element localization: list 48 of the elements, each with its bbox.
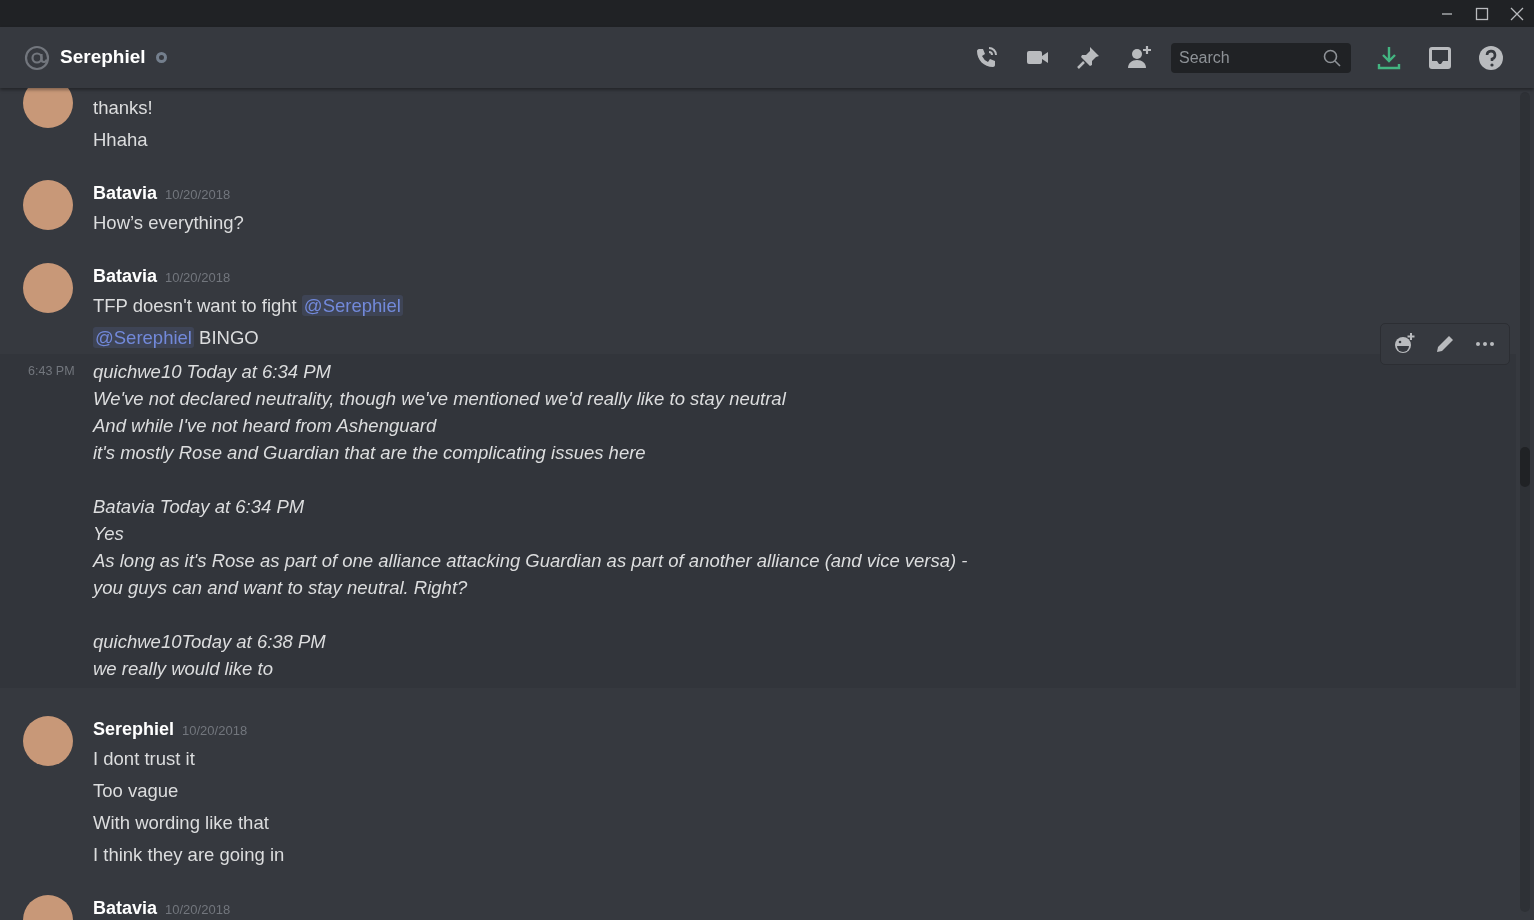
message-text: With wording like that: [93, 811, 270, 835]
help-icon: [1477, 44, 1504, 71]
download-icon: [1375, 44, 1402, 71]
message-text: you guys can and want to stay neutral. Right?: [93, 575, 469, 600]
timestamp: 10/20/2018: [165, 269, 231, 287]
inbox-icon: [1426, 44, 1453, 71]
more-icon: [1476, 342, 1494, 346]
username[interactable]: Batavia: [93, 180, 158, 207]
close-icon: [1509, 6, 1524, 21]
message-text: We've not declared neutrality, though we've mentioned we'd really like to stay neutral: [93, 386, 788, 411]
message-text: it's mostly Rose and Guardian that are the complicating issues here: [93, 440, 647, 465]
avatar-placeholder[interactable]: [23, 180, 73, 230]
message-text: Hhaha: [93, 128, 149, 152]
username[interactable]: Batavia: [93, 263, 158, 290]
message-text: Batavia Today at 6:34 PM: [93, 494, 306, 519]
message-text: And while I've not heard from Ashenguard: [93, 413, 438, 438]
at-sign-icon: [24, 44, 50, 71]
timestamp: 10/20/2018: [165, 901, 231, 919]
message-text: TFP doesn't want to fight @Serephiel: [93, 294, 403, 318]
message-time: 6:43 PM: [28, 364, 75, 378]
message-text: How’s everything?: [93, 211, 244, 235]
maximize-icon: [1474, 6, 1489, 21]
minimize-icon: [1440, 12, 1453, 15]
message-text: we really would like to: [93, 656, 274, 681]
message-text: I think they are going in: [93, 843, 285, 867]
message-text: Too vague: [93, 779, 180, 803]
add-reaction-icon: [1393, 332, 1417, 356]
pin-icon: [1075, 44, 1102, 71]
avatar-placeholder[interactable]: [23, 88, 73, 128]
channel-title: Serephiel: [60, 45, 146, 70]
timestamp: 10/20/2018: [182, 722, 248, 740]
avatar-placeholder[interactable]: [23, 263, 73, 313]
timestamp: 10/20/2018: [165, 186, 231, 204]
username[interactable]: Batavia: [93, 895, 158, 920]
scrollbar-thumb[interactable]: [1520, 447, 1530, 487]
search-field[interactable]: Search: [1171, 42, 1351, 73]
message-text: I dont trust it: [93, 747, 196, 771]
message-text: As long as it's Rose as part of one alliance attacking Guardian as part of another alliance (and vice versa) -: [93, 548, 968, 573]
message-text: @Serephiel BINGO: [93, 326, 260, 350]
message-text: Yes: [93, 521, 125, 546]
add-person-icon: [1126, 44, 1153, 71]
message-text: thanks!: [93, 96, 153, 120]
username[interactable]: Serephiel: [93, 716, 175, 743]
status-dot: [155, 52, 167, 63]
message-text: quichwe10Today at 6:38 PM: [93, 629, 327, 654]
avatar-placeholder[interactable]: [23, 716, 73, 766]
message-text: quichwe10 Today at 6:34 PM: [93, 359, 332, 384]
search-icon: [1323, 48, 1341, 67]
